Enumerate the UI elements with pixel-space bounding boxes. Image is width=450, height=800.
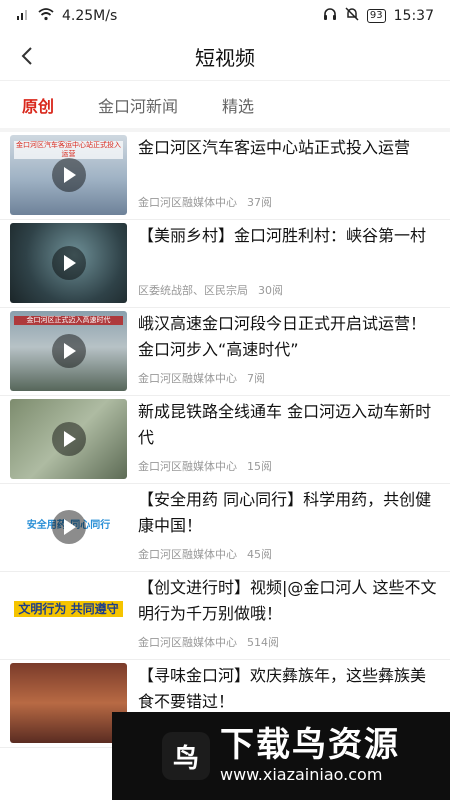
video-thumbnail[interactable]: 文明行为 共同遵守 [10,575,127,655]
back-button[interactable] [12,40,44,72]
thumbnail-caption: 金口河区汽车客运中心站正式投入运营 [14,141,123,159]
chevron-left-icon [21,47,32,65]
list-item[interactable]: 安全用药 同心同行 【安全用药 同心同行】科学用药，共创健康中国！ 金口河区融媒… [0,484,450,572]
item-meta: 金口河区融媒体中心 514阅 [138,634,289,650]
network-speed: 4.25M/s [62,8,118,24]
status-bar: 4.25M/s 93 15:37 [0,0,450,32]
item-meta: 区委统战部、区民宗局 30阅 [138,282,293,298]
video-thumbnail[interactable] [10,663,127,743]
item-views: 15阅 [247,460,272,473]
clock-time: 15:37 [393,8,434,24]
thumbnail-caption: 文明行为 共同遵守 [14,601,123,617]
video-thumbnail[interactable]: 金口河区正式迈入高速时代 [10,311,127,391]
play-icon[interactable] [51,158,86,192]
tab-bar: 原创 金口河新闻 精选 [0,82,450,128]
item-meta: 金口河区融媒体中心 7阅 [138,370,275,386]
watermark-overlay: 鸟 下载鸟资源 www.xiazainiao.com [112,712,450,800]
list-item[interactable]: 金口河区正式迈入高速时代 峨汉高速金口河段今日正式开启试运营！金口河步入“高速时… [0,308,450,396]
navigation-bar: 短视频 [0,32,450,81]
headset-icon [323,7,337,25]
item-views: 45阅 [247,548,272,561]
video-thumbnail[interactable] [10,223,127,303]
video-list: 金口河区汽车客运中心站正式投入运营 金口河区汽车客运中心站正式投入运营 金口河区… [0,132,450,748]
item-meta: 金口河区融媒体中心 45阅 [138,546,282,562]
video-thumbnail[interactable]: 金口河区汽车客运中心站正式投入运营 [10,135,127,215]
item-title: 金口河区汽车客运中心站正式投入运营 [138,138,411,157]
play-icon[interactable] [51,422,86,456]
video-thumbnail[interactable]: 安全用药 同心同行 [10,487,127,567]
item-views: 37阅 [247,196,272,209]
item-title: 峨汉高速金口河段今日正式开启试运营！金口河步入“高速时代” [138,314,427,359]
item-meta: 金口河区融媒体中心 15阅 [138,458,282,474]
list-item[interactable]: 文明行为 共同遵守 【创文进行时】视频|@金口河人 这些不文明行为千万别做哦！ … [0,572,450,660]
tab-jinkouhe-news[interactable]: 金口河新闻 [98,93,178,117]
play-icon[interactable] [51,334,86,368]
item-source: 金口河区融媒体中心 [138,196,237,209]
item-title: 【美丽乡村】金口河胜利村：峡谷第一村 [138,226,427,245]
item-source: 金口河区融媒体中心 [138,460,237,473]
item-source: 金口河区融媒体中心 [138,548,237,561]
item-source: 金口河区融媒体中心 [138,636,237,649]
item-title: 新成昆铁路全线通车 金口河迈入动车新时代 [138,402,432,447]
page-title: 短视频 [195,45,255,70]
list-item[interactable]: 新成昆铁路全线通车 金口河迈入动车新时代 金口河区融媒体中心 15阅 [0,396,450,484]
video-thumbnail[interactable] [10,399,127,479]
item-source: 金口河区融媒体中心 [138,372,237,385]
watermark-logo-icon: 鸟 [162,732,210,780]
watermark-name: 下载鸟资源 [220,725,400,765]
item-views: 514阅 [247,636,279,649]
list-item[interactable]: 金口河区汽车客运中心站正式投入运营 金口河区汽车客运中心站正式投入运营 金口河区… [0,132,450,220]
battery-icon: 93 [366,9,386,23]
item-title: 【安全用药 同心同行】科学用药，共创健康中国！ [138,490,432,535]
item-meta: 金口河区融媒体中心 37阅 [138,194,282,210]
list-item[interactable]: 【美丽乡村】金口河胜利村：峡谷第一村 区委统战部、区民宗局 30阅 [0,220,450,308]
watermark-url: www.xiazainiao.com [220,765,383,784]
mute-bell-icon [345,7,359,25]
item-title: 【创文进行时】视频|@金口河人 这些不文明行为千万别做哦！ [138,578,437,623]
signal-icon [16,7,30,25]
tab-featured[interactable]: 精选 [222,93,254,117]
item-title: 【寻味金口河】欢庆彝族年，这些彝族美食不要错过！ [138,666,427,711]
item-views: 7阅 [247,372,265,385]
wifi-icon [38,7,54,25]
play-icon[interactable] [51,246,86,280]
tab-original[interactable]: 原创 [22,93,54,117]
item-views: 30阅 [258,284,283,297]
item-source: 区委统战部、区民宗局 [138,284,248,297]
play-icon[interactable] [51,510,86,544]
thumbnail-caption: 金口河区正式迈入高速时代 [14,316,123,325]
